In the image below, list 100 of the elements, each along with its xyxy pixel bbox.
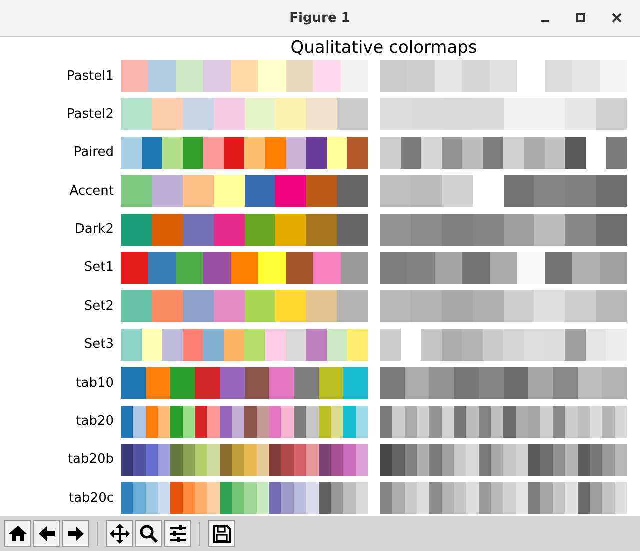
grayscale-swatch	[478, 482, 492, 514]
grayscale-swatch	[410, 175, 442, 208]
grayscale-swatch	[586, 328, 606, 361]
grayscale-swatch	[442, 444, 454, 476]
colormap-label: Set2	[83, 298, 115, 314]
grayscale-swatch	[565, 175, 596, 208]
grayscale-swatch	[544, 136, 566, 169]
grayscale-swatch	[565, 136, 586, 169]
grayscale-swatch	[552, 406, 566, 438]
grayscale-swatch	[472, 290, 504, 322]
grayscale-swatch	[417, 482, 430, 514]
search-icon	[138, 524, 158, 544]
grayscale-swatch	[380, 290, 411, 322]
back-button[interactable]	[33, 520, 60, 547]
colormap-label: tab20	[75, 414, 115, 430]
zoom-button[interactable]	[135, 520, 162, 547]
grayscale-swatch	[417, 406, 430, 438]
grayscale-swatch	[516, 444, 528, 476]
grayscale-swatch	[504, 290, 534, 322]
grayscale-swatch	[596, 98, 627, 130]
grayscale-swatch	[528, 482, 540, 514]
grayscale-swatch	[454, 367, 479, 400]
grayscale-swatch	[417, 444, 430, 476]
grayscale-swatch	[462, 252, 490, 284]
colormap-label: Set3	[83, 337, 115, 352]
grayscale-swatch	[404, 444, 418, 476]
grayscale-swatch	[516, 482, 528, 514]
grayscale-swatch	[454, 482, 466, 514]
grayscale-swatch	[442, 136, 462, 169]
grayscale-swatch	[490, 60, 518, 92]
grayscale-swatch	[380, 175, 411, 208]
grayscale-swatch	[614, 482, 627, 514]
subplots-button[interactable]	[164, 520, 191, 547]
grayscale-swatch	[596, 175, 627, 208]
grayscale-swatch	[534, 98, 566, 130]
grayscale-swatch	[552, 482, 566, 514]
grayscale-swatch	[602, 406, 615, 438]
grayscale-swatch	[380, 252, 408, 284]
grayscale-swatch	[472, 214, 504, 246]
grayscale-swatch	[590, 406, 602, 438]
grayscale-swatch	[565, 214, 596, 246]
grayscale-swatch	[578, 444, 590, 476]
grayscale-swatch	[392, 406, 405, 438]
grayscale-swatch	[442, 482, 454, 514]
grayscale-swatch	[491, 482, 504, 514]
grayscale-swatch	[478, 367, 504, 400]
grayscale-swatch	[504, 367, 528, 400]
grayscale-swatch	[478, 406, 492, 438]
grayscale-swatch	[482, 328, 504, 361]
grayscale-swatch	[600, 252, 627, 284]
grayscale-swatch	[410, 214, 442, 246]
home-icon	[8, 524, 28, 544]
grayscale-swatch	[380, 328, 401, 361]
grayscale-swatch	[462, 60, 490, 92]
grayscale-swatch	[407, 252, 435, 284]
grayscale-swatch	[534, 175, 566, 208]
grayscale-swatch	[407, 60, 435, 92]
save-button[interactable]	[208, 520, 235, 547]
forward-button[interactable]	[62, 520, 89, 547]
grayscale-swatch	[392, 482, 405, 514]
grayscale-swatch	[517, 252, 545, 284]
grayscale-swatch	[540, 406, 553, 438]
close-icon[interactable]	[612, 13, 622, 23]
grayscale-swatch	[600, 60, 627, 92]
grayscale-swatch	[442, 290, 473, 322]
grayscale-swatch	[380, 60, 408, 92]
grayscale-swatch	[528, 444, 540, 476]
colormap-label: Pastel1	[66, 68, 115, 84]
grayscale-swatch	[596, 290, 627, 322]
home-button[interactable]	[4, 520, 31, 547]
maximize-icon[interactable]	[576, 13, 586, 23]
grayscale-swatch	[602, 444, 615, 476]
grayscale-swatch	[421, 328, 442, 361]
grayscale-swatch	[442, 214, 473, 246]
grayscale-swatch	[534, 214, 566, 246]
grayscale-swatch	[596, 214, 627, 246]
grayscale-swatch	[590, 482, 602, 514]
colormap-label: Accent	[68, 184, 115, 199]
grayscale-swatch	[614, 444, 627, 476]
grayscale-swatch	[565, 444, 578, 476]
grayscale-swatch	[528, 406, 540, 438]
grayscale-swatch	[380, 406, 392, 438]
grayscale-swatch	[565, 328, 586, 361]
grayscale-swatch	[614, 406, 627, 438]
colormap-label: Set1	[83, 260, 115, 276]
grayscale-swatch	[504, 98, 534, 130]
grayscale-swatch	[606, 328, 627, 361]
pan-button[interactable]	[106, 520, 133, 547]
colormap-label: tab20b	[66, 452, 115, 468]
grayscale-swatch	[503, 482, 516, 514]
grayscale-swatch	[503, 136, 524, 169]
grayscale-swatch	[565, 98, 596, 130]
grayscale-swatch	[421, 136, 442, 169]
grayscale-swatch	[491, 444, 504, 476]
grayscale-swatch	[482, 136, 504, 169]
sliders-icon	[168, 524, 188, 544]
grayscale-swatch	[544, 328, 566, 361]
grayscale-swatch	[380, 136, 401, 169]
colormap-label: Paired	[72, 145, 115, 160]
grayscale-swatch	[565, 290, 596, 322]
